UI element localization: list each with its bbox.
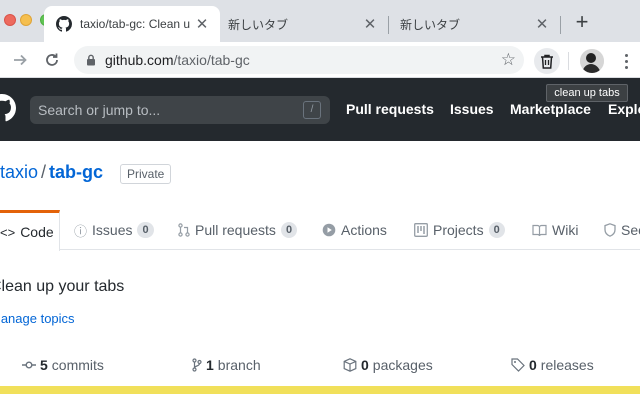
repo-name-link[interactable]: tab-gc xyxy=(49,162,103,182)
toolbar-divider xyxy=(568,52,569,70)
projects-counter: 0 xyxy=(488,222,505,238)
packages-stat[interactable]: 0 packages xyxy=(343,357,433,373)
nav-issues[interactable]: Issues xyxy=(450,101,494,117)
git-branch-icon xyxy=(192,358,202,372)
url-path: /taxio/tab-gc xyxy=(173,52,250,68)
tab-pull-requests[interactable]: Pull requests 0 xyxy=(178,210,298,250)
tab-actions[interactable]: Actions xyxy=(322,210,387,250)
tab-title: taxio/tab-gc: Clean up your tabs xyxy=(80,17,190,31)
browser-tab-new-1[interactable]: 新しいタブ ✕ xyxy=(216,6,388,42)
repo-nav-tabs: <> Code ⓘ Issues 0 Pull requests 0 Actio… xyxy=(0,210,640,251)
window-close-button[interactable] xyxy=(4,14,16,26)
tab-label: Code xyxy=(20,224,54,240)
reload-button[interactable] xyxy=(40,48,64,72)
releases-count: 0 xyxy=(529,357,537,373)
nav-explore[interactable]: Explore xyxy=(608,101,640,117)
browser-toolbar: github.com/taxio/tab-gc ☆ xyxy=(0,42,640,78)
browser-tab-github[interactable]: taxio/tab-gc: Clean up your tabs ✕ xyxy=(44,6,220,42)
close-icon[interactable]: ✕ xyxy=(530,15,554,33)
bookmark-star-icon[interactable]: ☆ xyxy=(501,50,516,70)
profile-photo-icon xyxy=(580,49,604,73)
pull-requests-counter: 0 xyxy=(280,222,298,238)
tab-issues[interactable]: ⓘ Issues 0 xyxy=(74,210,154,250)
language-bar[interactable] xyxy=(0,386,640,394)
window-minimize-button[interactable] xyxy=(20,14,32,26)
play-icon xyxy=(322,223,336,237)
reload-icon xyxy=(46,53,58,66)
browser-menu-icon[interactable] xyxy=(616,50,636,72)
forward-button[interactable] xyxy=(8,48,32,72)
private-badge: Private xyxy=(120,164,172,184)
tab-label: Security xyxy=(621,222,640,238)
tab-wiki[interactable]: Wiki xyxy=(532,210,578,250)
issue-opened-icon: ⓘ xyxy=(74,223,88,239)
tab-divider xyxy=(560,16,561,34)
github-logo-icon[interactable] xyxy=(0,94,16,122)
branch-stat[interactable]: 1 branch xyxy=(192,357,261,373)
tab-gc-extension-button[interactable] xyxy=(534,48,560,74)
book-icon xyxy=(532,224,547,236)
profile-avatar[interactable] xyxy=(580,49,604,73)
github-favicon-icon xyxy=(56,16,72,32)
git-pull-request-icon xyxy=(178,223,190,237)
search-shortcut-key: / xyxy=(303,101,321,119)
tag-icon xyxy=(511,358,525,372)
close-icon[interactable]: ✕ xyxy=(358,15,382,33)
tab-title: 新しいタブ xyxy=(228,17,289,32)
commits-label: commits xyxy=(51,357,104,373)
repo-owner-link[interactable]: taxio xyxy=(0,162,38,182)
tab-label: Projects xyxy=(433,222,484,238)
commit-icon xyxy=(22,361,36,369)
repo-description: Clean up your tabs xyxy=(0,278,125,295)
address-bar[interactable]: github.com/taxio/tab-gc ☆ xyxy=(74,46,524,74)
search-placeholder: Search or jump to... xyxy=(38,102,161,118)
browser-tab-new-2[interactable]: 新しいタブ ✕ xyxy=(388,6,560,42)
trash-icon xyxy=(541,54,553,69)
packages-label: packages xyxy=(372,357,433,373)
repo-separator: / xyxy=(41,162,47,182)
branch-label: branch xyxy=(217,357,261,373)
tab-projects[interactable]: Projects 0 xyxy=(414,210,505,250)
tab-label: Pull requests xyxy=(195,222,276,238)
url-host: github.com xyxy=(105,52,174,68)
tab-label: Actions xyxy=(341,222,387,238)
branch-count: 1 xyxy=(206,357,214,373)
commits-count: 5 xyxy=(40,357,48,373)
tab-title: 新しいタブ xyxy=(400,17,461,32)
releases-stat[interactable]: 0 releases xyxy=(511,357,594,373)
nav-marketplace[interactable]: Marketplace xyxy=(510,101,591,117)
project-icon xyxy=(414,223,428,237)
package-icon xyxy=(343,358,357,372)
repo-title: taxio / tab-gc xyxy=(0,162,103,183)
tab-label: Wiki xyxy=(552,222,579,238)
extension-tooltip: clean up tabs xyxy=(546,84,628,102)
new-tab-button[interactable]: + xyxy=(570,10,594,34)
close-icon[interactable]: ✕ xyxy=(190,15,214,33)
arrow-right-icon xyxy=(14,54,27,66)
manage-topics-link[interactable]: Manage topics xyxy=(0,311,75,326)
tab-security[interactable]: Security xyxy=(604,210,640,250)
browser-tab-strip: taxio/tab-gc: Clean up your tabs ✕ 新しいタブ… xyxy=(0,0,640,42)
code-icon: <> xyxy=(0,224,16,240)
nav-pull-requests[interactable]: Pull requests xyxy=(346,101,434,117)
issues-counter: 0 xyxy=(137,222,154,238)
tab-code[interactable]: <> Code xyxy=(0,210,60,251)
repo-stats-bar: 5 commits 1 branch 0 packages 0 releases xyxy=(0,344,640,386)
commits-stat[interactable]: 5 commits xyxy=(22,357,104,373)
packages-count: 0 xyxy=(361,357,369,373)
tab-label: Issues xyxy=(92,222,133,238)
shield-icon xyxy=(604,223,616,237)
releases-label: releases xyxy=(540,357,594,373)
lock-icon xyxy=(87,54,95,66)
